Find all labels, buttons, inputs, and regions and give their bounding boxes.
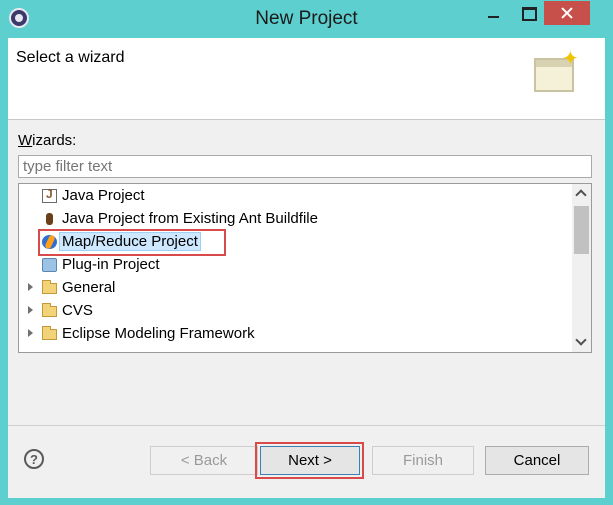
folder-icon (42, 326, 57, 340)
tree-item-java-project[interactable]: Java Project (19, 185, 569, 207)
folder-icon (42, 280, 57, 294)
tree-scrollbar[interactable] (572, 184, 591, 352)
scroll-thumb[interactable] (574, 206, 589, 254)
title-bar[interactable]: New Project (0, 0, 613, 38)
annotation-highlight-next (255, 442, 364, 479)
tree-item-plugin-project[interactable]: Plug-in Project (19, 254, 569, 276)
plugin-icon (42, 258, 57, 272)
tree-item-java-project-ant[interactable]: Java Project from Existing Ant Buildfile (19, 208, 569, 230)
new-project-window: New Project Select a wizard ✦ Wizards: J… (0, 0, 613, 505)
tree-item-emf[interactable]: Eclipse Modeling Framework (19, 323, 569, 345)
wizard-tree[interactable]: Java Project Java Project from Existing … (18, 183, 592, 353)
wizard-header: Select a wizard ✦ (8, 38, 605, 120)
dialog-content: Select a wizard ✦ Wizards: Java Project … (8, 38, 605, 498)
expand-arrow-icon[interactable] (28, 283, 33, 291)
page-title: Select a wizard (16, 49, 125, 66)
minimize-button[interactable] (479, 1, 507, 25)
expand-arrow-icon[interactable] (28, 329, 33, 337)
filter-input[interactable] (18, 155, 592, 178)
button-separator (8, 425, 605, 426)
wizards-label: Wizards: (18, 132, 77, 149)
maximize-button[interactable] (515, 1, 543, 25)
scroll-down-icon[interactable] (576, 337, 586, 347)
help-icon[interactable]: ? (24, 449, 44, 469)
back-button[interactable]: < Back (150, 446, 258, 475)
wizard-banner-icon: ✦ (532, 48, 582, 100)
annotation-highlight-map-reduce (38, 229, 226, 256)
finish-button[interactable]: Finish (372, 446, 474, 475)
ant-icon (42, 212, 57, 226)
scroll-up-icon[interactable] (576, 188, 586, 198)
cancel-button[interactable]: Cancel (485, 446, 589, 475)
tree-item-cvs[interactable]: CVS (19, 300, 569, 322)
close-button[interactable] (544, 1, 590, 25)
folder-icon (42, 303, 57, 317)
tree-item-general[interactable]: General (19, 277, 569, 299)
expand-arrow-icon[interactable] (28, 306, 33, 314)
java-project-icon (42, 187, 57, 203)
